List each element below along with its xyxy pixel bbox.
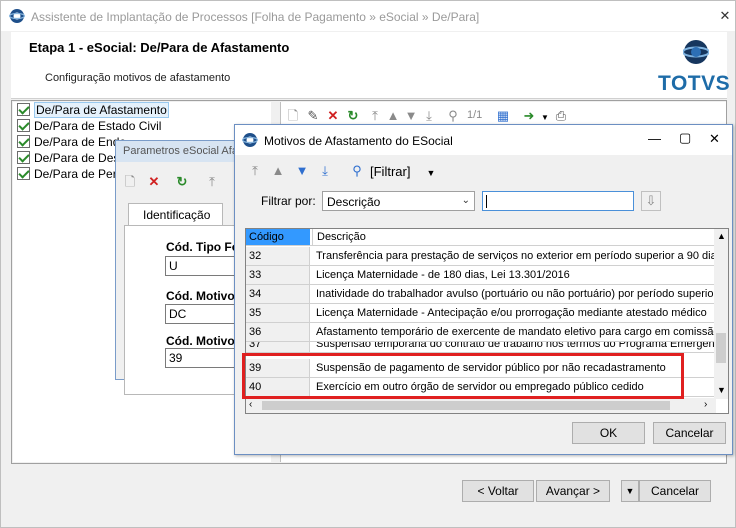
table-row[interactable]: 37 Suspensão temporária do contrato de tr… xyxy=(246,342,716,353)
step-subtitle: Configuração motivos de afastamento xyxy=(45,72,231,84)
close-button[interactable]: ✕ xyxy=(709,131,720,147)
search-icon[interactable]: ⇩ xyxy=(641,191,661,211)
parametros-dialog: Parametros eSocial Afa 🗋 ✕ ↻ ⤒ Identific… xyxy=(115,140,245,395)
field-label: Cód. Motivo xyxy=(166,334,235,348)
delete-icon[interactable]: ✕ xyxy=(146,174,162,190)
filter-field-select[interactable]: Descrição ⌄ xyxy=(322,191,475,211)
new-icon[interactable]: 🗋 xyxy=(122,174,138,190)
chevron-down-icon[interactable]: ▼ xyxy=(621,480,639,502)
next-button[interactable]: Avançar > xyxy=(536,480,610,502)
search-input[interactable] xyxy=(482,191,634,211)
close-button[interactable]: ✕ xyxy=(715,7,735,25)
field-label: Cód. Tipo Fo xyxy=(166,240,240,254)
chevron-down-icon[interactable]: ▼ xyxy=(717,385,726,395)
field-label: Cód. Motivo xyxy=(166,289,235,303)
first-icon[interactable]: ⤒ xyxy=(204,174,220,190)
vertical-scrollbar[interactable]: ▲ ▼ xyxy=(714,229,728,399)
table-row[interactable]: 33 Licença Maternidade - de 180 dias, Lei… xyxy=(246,266,716,285)
filter-by-label: Filtrar por: xyxy=(261,194,316,208)
first-icon[interactable]: ⤒ xyxy=(367,108,383,124)
tree-item-estado-civil[interactable]: De/Para de Estado Civil xyxy=(17,119,161,135)
wizard-header: Etapa 1 - eSocial: De/Para de Afastament… xyxy=(11,32,731,99)
text-caret xyxy=(486,195,487,208)
chevron-down-icon[interactable]: ▼ xyxy=(423,165,439,181)
cancel-button[interactable]: Cancelar xyxy=(653,422,726,444)
delete-icon[interactable]: ✕ xyxy=(325,108,341,124)
print-icon[interactable]: ⎙ xyxy=(553,108,569,124)
table-row[interactable]: 34 Inatividade do trabalhador avulso (por… xyxy=(246,285,716,304)
last-icon[interactable]: ⤓ xyxy=(421,108,437,124)
motivo-field[interactable]: DC xyxy=(165,304,245,324)
checked-checkbox-icon[interactable] xyxy=(17,151,30,164)
grid-icon[interactable]: ▦ xyxy=(495,108,511,124)
first-icon[interactable]: ⤒ xyxy=(247,163,263,179)
refresh-icon[interactable]: ↻ xyxy=(174,174,190,190)
chevron-down-icon: ⌄ xyxy=(461,195,470,206)
previous-icon[interactable]: ▲ xyxy=(270,163,286,179)
scroll-thumb[interactable] xyxy=(716,333,726,363)
next-icon[interactable]: ▼ xyxy=(403,108,419,124)
binoculars-icon[interactable]: ⚲ xyxy=(445,108,461,124)
tree-item-endereco[interactable]: De/Para de Ende xyxy=(17,135,126,151)
highlight-annotation xyxy=(242,353,684,399)
table-row[interactable]: 35 Licença Maternidade - Antecipação e/ou… xyxy=(246,304,716,323)
cancel-button[interactable]: Cancelar xyxy=(639,480,711,502)
filter-button[interactable]: [Filtrar] xyxy=(370,164,410,179)
edit-icon[interactable]: ✎ xyxy=(305,108,321,124)
maximize-button[interactable]: ▢ xyxy=(679,130,691,146)
previous-icon[interactable]: ▲ xyxy=(385,108,401,124)
app-icon xyxy=(242,133,258,147)
motivos-title-bar: Motivos de Afastamento do ESocial — ▢ ✕ xyxy=(235,125,732,155)
horizontal-scrollbar[interactable]: ‹ › xyxy=(246,398,716,413)
chevron-up-icon[interactable]: ▲ xyxy=(717,231,726,241)
scroll-thumb[interactable] xyxy=(262,401,670,410)
export-icon[interactable]: ➜ xyxy=(521,108,537,124)
column-header-code[interactable]: Código xyxy=(246,229,310,245)
totvs-logo-icon xyxy=(683,40,709,64)
new-icon[interactable]: 🗋 xyxy=(285,108,301,124)
table-row[interactable]: 32 Transferência para prestação de serviç… xyxy=(246,247,716,266)
next-icon[interactable]: ▼ xyxy=(294,163,310,179)
parametros-title: Parametros eSocial Afa xyxy=(123,145,238,157)
column-header-desc[interactable]: Descrição xyxy=(312,229,366,245)
chevron-left-icon[interactable]: ‹ xyxy=(249,399,252,410)
back-button[interactable]: < Voltar xyxy=(462,480,534,502)
checked-checkbox-icon[interactable] xyxy=(17,119,30,132)
table-row[interactable]: 36 Afastamento temporário de exercente de… xyxy=(246,323,716,342)
identificacao-panel: Cód. Tipo Fo U Cód. Motivo DC Cód. Motiv… xyxy=(124,225,245,395)
ok-button[interactable]: OK xyxy=(572,422,645,444)
title-bar: Assistente de Implantação de Processos [… xyxy=(1,1,735,31)
app-icon xyxy=(9,9,25,23)
step-title: Etapa 1 - eSocial: De/Para de Afastament… xyxy=(29,40,290,55)
pager-label: 1/1 xyxy=(467,109,483,121)
grid-header: Código Descrição xyxy=(246,229,716,246)
minimize-button[interactable]: — xyxy=(648,131,661,146)
checked-checkbox-icon[interactable] xyxy=(17,167,30,180)
tab-identificacao[interactable]: Identificação xyxy=(128,203,223,225)
checked-checkbox-icon[interactable] xyxy=(17,103,30,116)
motivo-esocial-field[interactable]: 39 xyxy=(165,348,245,368)
last-icon[interactable]: ⤓ xyxy=(317,163,333,179)
tree-item-periodo[interactable]: De/Para de Perío xyxy=(17,167,127,183)
brand-name: TOTVS xyxy=(658,72,731,95)
checked-checkbox-icon[interactable] xyxy=(17,135,30,148)
motivos-dialog: Motivos de Afastamento do ESocial — ▢ ✕ … xyxy=(234,124,733,455)
refresh-icon[interactable]: ↻ xyxy=(345,108,361,124)
tipo-field[interactable]: U xyxy=(165,256,245,276)
parametros-title-bar: Parametros eSocial Afa xyxy=(116,141,239,162)
motivos-title: Motivos de Afastamento do ESocial xyxy=(264,134,453,148)
tree-item-afastamento[interactable]: De/Para de Afastamento xyxy=(17,102,169,119)
filter-icon[interactable]: ⚲ xyxy=(349,163,365,179)
chevron-right-icon[interactable]: › xyxy=(704,399,707,410)
window-title: Assistente de Implantação de Processos [… xyxy=(31,10,480,24)
